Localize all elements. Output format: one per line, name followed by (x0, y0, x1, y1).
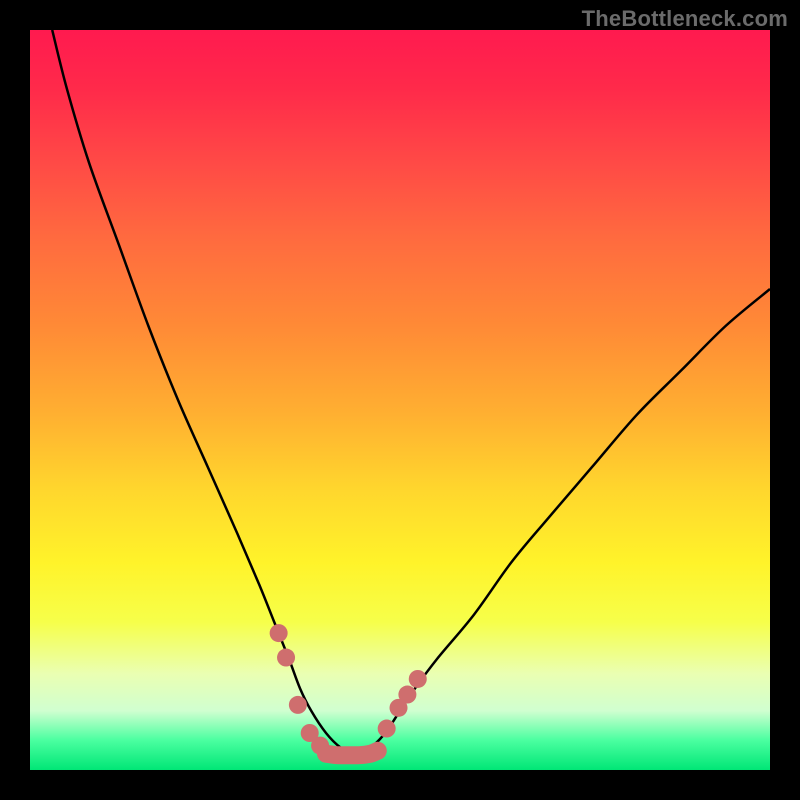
marker-dot (398, 686, 416, 704)
watermark-text: TheBottleneck.com (582, 6, 788, 32)
marker-dot (277, 649, 295, 667)
bottom-bar (326, 751, 378, 756)
marker-dot (409, 670, 427, 688)
marker-dot (289, 696, 307, 714)
left-curve (52, 30, 355, 755)
chart-frame: TheBottleneck.com (0, 0, 800, 800)
marker-dot (378, 720, 396, 738)
curve-svg (30, 30, 770, 770)
markers-right (378, 670, 427, 738)
marker-dot (270, 624, 288, 642)
plot-area (30, 30, 770, 770)
